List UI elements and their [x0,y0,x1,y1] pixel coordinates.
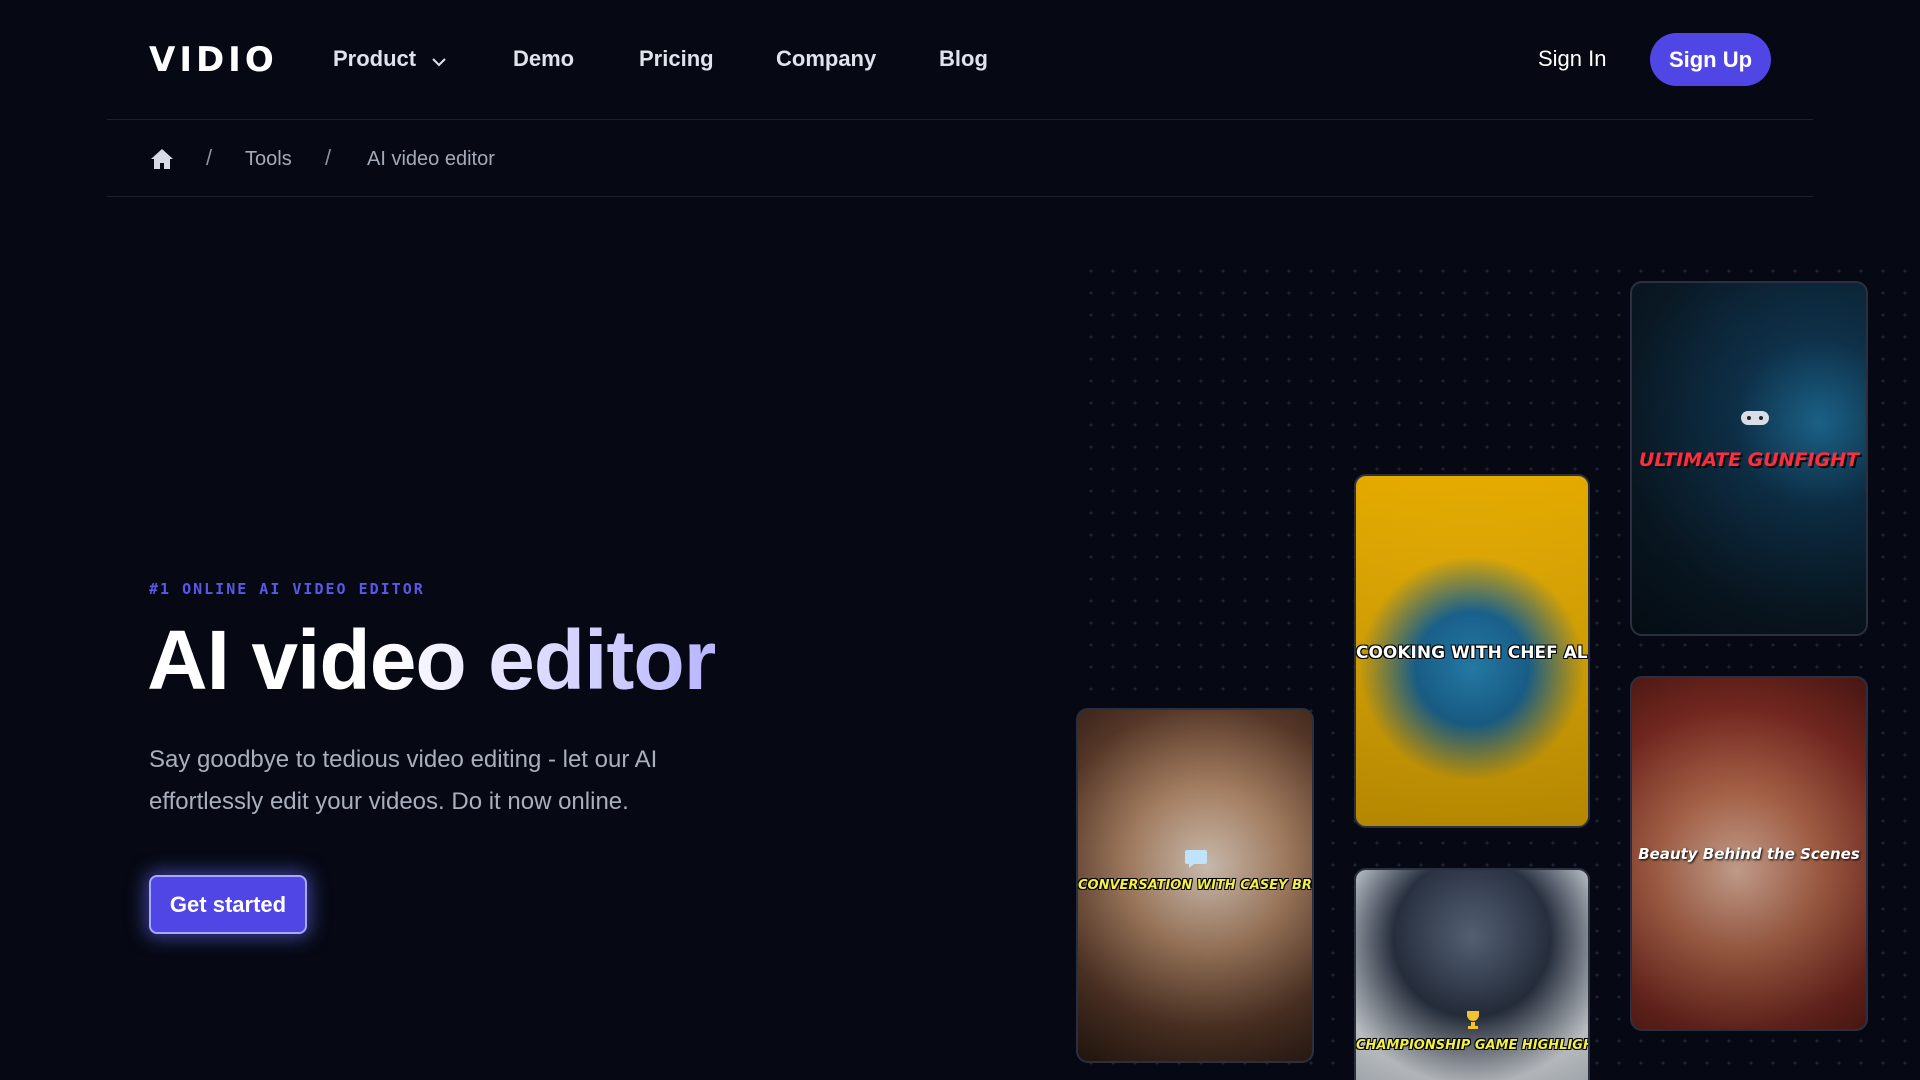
thumbnail-caption: Beauty Behind the Scenes [1638,845,1860,863]
breadcrumb-separator: / [325,145,332,170]
hero-eyebrow: #1 ONLINE AI VIDEO EDITOR [149,580,425,598]
home-icon[interactable] [149,147,175,176]
nav-product-label: Product [333,46,417,71]
thumbnail-caption: CHAMPIONSHIP GAME HIGHLIGHTS [1356,1038,1590,1053]
nav-pricing[interactable]: Pricing [639,46,714,72]
breadcrumb-tools[interactable]: Tools [245,148,292,171]
get-started-button[interactable]: Get started [149,875,307,934]
thumbnail-caption: CONVERSATION WITH CASEY BROWN [1078,878,1312,893]
breadcrumb: / Tools / AI video editor [107,121,1813,197]
nav-product[interactable]: Product [333,46,446,73]
vidio-logo[interactable]: VIDIO [149,40,278,80]
trophy-icon [1461,1008,1485,1037]
video-thumbnail-gaming: ULTIMATE GUNFIGHT [1630,281,1868,636]
video-thumbnail-podcast: CONVERSATION WITH CASEY BROWN [1076,708,1314,1063]
thumbnail-caption: COOKING WITH CHEF ALEX [1356,643,1590,663]
chevron-down-icon [432,47,446,73]
hero-subtitle: Say goodbye to tedious video editing - l… [149,746,658,815]
gamepad-icon [1740,408,1770,433]
speech-bubble-icon [1184,848,1208,875]
video-thumbnail-cooking: COOKING WITH CHEF ALEX [1354,474,1590,828]
page-title: AI video editor [147,613,716,707]
nav-demo[interactable]: Demo [513,46,574,72]
page: VIDIO Product Demo Pricing Company Blog … [0,0,1920,1080]
thumbnail-caption: ULTIMATE GUNFIGHT [1638,449,1860,471]
nav-blog[interactable]: Blog [939,46,988,72]
video-thumbnail-hockey: CHAMPIONSHIP GAME HIGHLIGHTS [1354,868,1590,1080]
sign-in-link[interactable]: Sign In [1538,46,1607,72]
sign-up-button[interactable]: Sign Up [1650,33,1771,86]
top-navigation: VIDIO Product Demo Pricing Company Blog … [107,0,1813,120]
video-thumbnail-beauty: Beauty Behind the Scenes [1630,676,1868,1031]
breadcrumb-separator: / [206,145,213,170]
nav-company[interactable]: Company [776,46,876,72]
breadcrumb-current: AI video editor [367,148,495,170]
